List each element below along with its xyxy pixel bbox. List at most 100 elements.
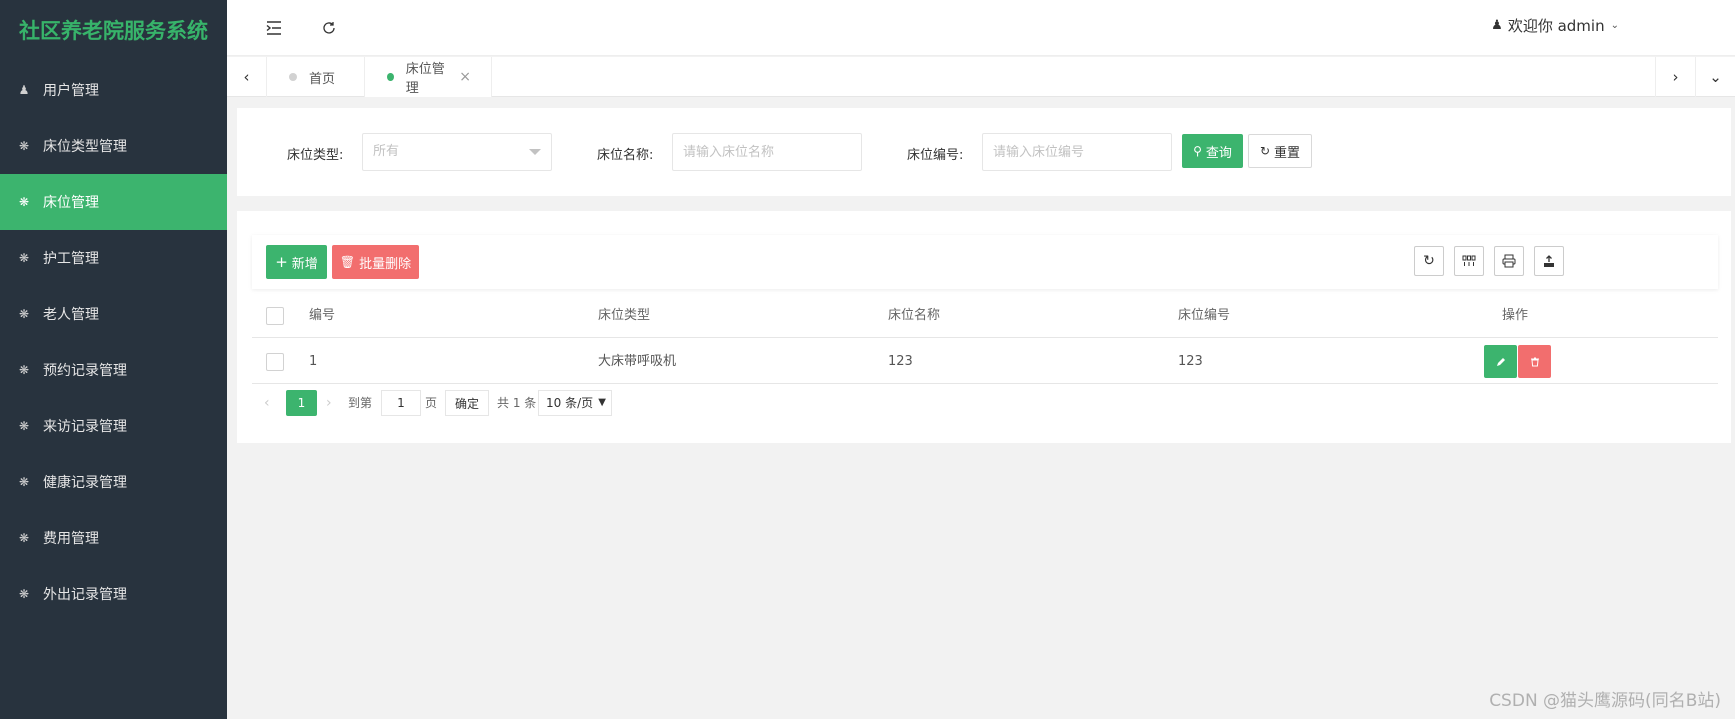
- bed-name-input[interactable]: [672, 133, 862, 171]
- columns-icon[interactable]: [1454, 246, 1484, 276]
- sidebar-item-label: 健康记录管理: [43, 475, 127, 491]
- user-greeting: 欢迎你 admin: [1507, 17, 1605, 35]
- sidebar-item-label: 来访记录管理: [43, 419, 127, 435]
- column-header-actions: 操作: [1502, 308, 1529, 323]
- gear-icon: ❋: [18, 195, 30, 209]
- bed-name-label: 床位名称:: [597, 148, 654, 163]
- user-icon: ♟: [1491, 18, 1503, 33]
- sidebar-item-reservations[interactable]: ❋ 预约记录管理: [0, 342, 227, 398]
- reset-button[interactable]: ↻ 重置: [1248, 134, 1312, 168]
- tab-scroll-right-icon[interactable]: ›: [1655, 57, 1695, 97]
- table-panel: + 新增 🗑 批量删除 ↻ 编号 床位类型 床位名称 床位编号 操作 1 大床带呼吸…: [237, 211, 1731, 443]
- row-checkbox[interactable]: [266, 353, 284, 371]
- watermark: CSDN @猫头鹰源码(同名B站): [1489, 691, 1721, 711]
- sidebar-item-label: 床位管理: [43, 195, 99, 211]
- edit-button[interactable]: [1484, 345, 1517, 378]
- gear-icon: ❋: [18, 139, 30, 153]
- search-panel: 床位类型: 所有 床位名称: 床位编号: ⚲查询 ↻重置: [237, 108, 1731, 196]
- sidebar-item-fees[interactable]: ❋ 费用管理: [0, 510, 227, 566]
- tab-bar: ‹ 首页 床位管理 × › ⌄: [227, 57, 1735, 97]
- cell-id: 1: [309, 354, 318, 369]
- sidebar-item-label: 用户管理: [43, 83, 99, 99]
- gear-icon: ❋: [18, 251, 30, 265]
- gear-icon: ❋: [18, 475, 30, 489]
- plus-icon: +: [275, 253, 288, 271]
- sidebar-item-health[interactable]: ❋ 健康记录管理: [0, 454, 227, 510]
- goto-confirm-button[interactable]: 确定: [445, 390, 490, 416]
- gear-icon: ❋: [18, 587, 30, 601]
- sidebar-item-outings[interactable]: ❋ 外出记录管理: [0, 566, 227, 622]
- chevron-down-icon: ⌄: [1610, 20, 1619, 31]
- tab-scroll-left-icon[interactable]: ‹: [227, 57, 267, 97]
- sidebar-item-caregivers[interactable]: ❋ 护工管理: [0, 230, 227, 286]
- add-button[interactable]: + 新增: [266, 245, 327, 279]
- batch-delete-button-label: 批量删除: [359, 256, 412, 272]
- column-header-id: 编号: [309, 308, 336, 323]
- bed-type-label: 床位类型:: [287, 148, 344, 163]
- bed-code-input[interactable]: [982, 133, 1172, 171]
- column-header-bed-name: 床位名称: [888, 308, 941, 323]
- gear-icon: ❋: [18, 419, 30, 433]
- table-refresh-icon[interactable]: ↻: [1414, 246, 1444, 276]
- query-button-label: 查询: [1205, 145, 1232, 161]
- sidebar-item-users[interactable]: ♟ 用户管理: [0, 62, 227, 118]
- goto-label: 到第: [348, 396, 373, 410]
- user-menu[interactable]: ♟ 欢迎你 admin ⌄: [1491, 15, 1619, 36]
- bed-type-select[interactable]: 所有: [362, 133, 552, 171]
- sidebar-item-label: 护工管理: [43, 251, 99, 267]
- page-unit-label: 页: [425, 396, 438, 410]
- sidebar-item-label: 预约记录管理: [43, 363, 127, 379]
- total-count: 共 1 条: [497, 396, 537, 410]
- delete-button[interactable]: [1518, 345, 1551, 378]
- batch-delete-button[interactable]: 🗑 批量删除: [332, 245, 419, 279]
- refresh-icon[interactable]: [315, 14, 343, 42]
- table-header: 编号 床位类型 床位名称 床位编号 操作: [252, 293, 1718, 338]
- cell-bed-code: 123: [1178, 354, 1203, 369]
- table-toolbar: + 新增 🗑 批量删除 ↻: [252, 235, 1718, 289]
- sidebar-item-bed-types[interactable]: ❋ 床位类型管理: [0, 118, 227, 174]
- tab-menu-chevron-down-icon[interactable]: ⌄: [1695, 57, 1735, 97]
- select-all-checkbox[interactable]: [266, 307, 284, 325]
- column-header-bed-code: 床位编号: [1178, 308, 1231, 323]
- trash-icon: [1530, 357, 1539, 366]
- sidebar-item-label: 床位类型管理: [43, 139, 127, 155]
- query-button[interactable]: ⚲ 查询: [1182, 134, 1243, 168]
- tab-status-dot: [289, 73, 297, 81]
- goto-page-input[interactable]: [381, 390, 421, 416]
- prev-page-icon[interactable]: ‹: [264, 390, 270, 416]
- gear-icon: ❋: [18, 363, 30, 377]
- sidebar-item-visits[interactable]: ❋ 来访记录管理: [0, 398, 227, 454]
- cell-bed-type: 大床带呼吸机: [598, 354, 677, 369]
- tab-label: 首页: [309, 71, 336, 87]
- trash-icon: 🗑: [339, 255, 356, 269]
- close-icon[interactable]: ×: [459, 69, 471, 85]
- sidebar-item-label: 费用管理: [43, 531, 99, 547]
- pencil-icon: [1496, 357, 1505, 366]
- print-icon[interactable]: [1494, 246, 1524, 276]
- add-button-label: 新增: [291, 256, 318, 272]
- sidebar-item-label: 老人管理: [43, 307, 99, 323]
- table-row: 1 大床带呼吸机 123 123: [252, 339, 1718, 384]
- gear-icon: ❋: [18, 531, 30, 545]
- user-icon: ♟: [18, 83, 30, 97]
- export-icon[interactable]: [1534, 246, 1564, 276]
- page-size-value: 10 条/页: [546, 396, 594, 410]
- sidebar: 社区养老院服务系统 ♟ 用户管理 ❋ 床位类型管理 ❋ 床位管理 ❋ 护工管理 ❋ 老人管…: [0, 0, 227, 719]
- next-page-icon[interactable]: ›: [326, 390, 332, 416]
- tab-status-dot: [387, 73, 394, 81]
- chevron-down-icon: ▼: [598, 397, 606, 408]
- refresh-icon: ↻: [1259, 144, 1271, 158]
- pagination: ‹ 1 › 到第 页 确定 共 1 条 10 条/页 ▼: [252, 390, 852, 420]
- gear-icon: ❋: [18, 307, 30, 321]
- page-button-current[interactable]: 1: [286, 390, 317, 416]
- sidebar-item-beds[interactable]: ❋ 床位管理: [0, 174, 227, 230]
- sidebar-item-elders[interactable]: ❋ 老人管理: [0, 286, 227, 342]
- column-header-bed-type: 床位类型: [598, 308, 651, 323]
- bed-type-value: 所有: [373, 144, 400, 159]
- page-size-select[interactable]: 10 条/页 ▼: [538, 390, 612, 416]
- sidebar-item-label: 外出记录管理: [43, 587, 127, 603]
- bed-code-label: 床位编号:: [907, 148, 964, 163]
- menu-toggle-icon[interactable]: [260, 14, 288, 42]
- tab-beds[interactable]: 床位管理 ×: [364, 57, 492, 97]
- top-bar: ♟ 欢迎你 admin ⌄: [227, 0, 1735, 56]
